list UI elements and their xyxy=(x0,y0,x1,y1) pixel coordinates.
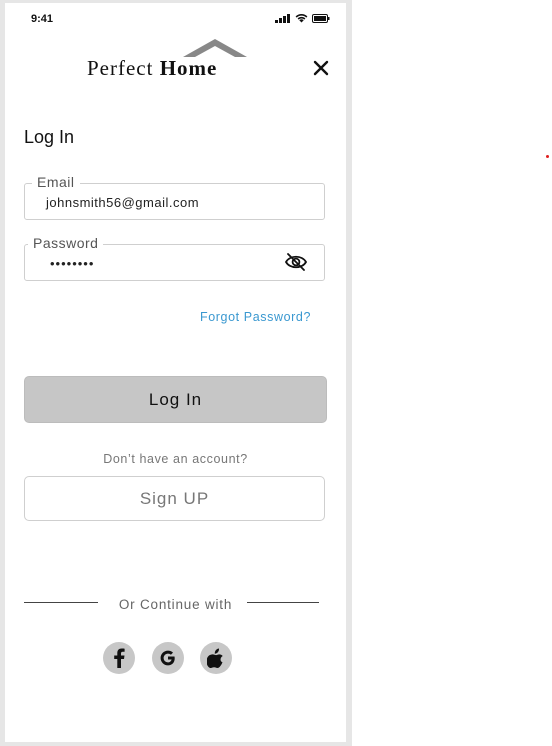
email-value[interactable]: johnsmith56@gmail.com xyxy=(46,195,199,210)
brand-logo: Perfect Home xyxy=(87,39,257,81)
wifi-icon xyxy=(295,14,308,23)
google-icon xyxy=(160,650,175,666)
or-continue-text: Or Continue with xyxy=(118,597,233,612)
email-label: Email xyxy=(32,174,80,190)
google-login-button[interactable] xyxy=(152,642,184,674)
email-field[interactable]: Email johnsmith56@gmail.com xyxy=(24,174,325,220)
login-button[interactable]: Log In xyxy=(24,376,327,423)
close-icon xyxy=(313,60,329,76)
password-field[interactable]: Password •••••••• xyxy=(24,235,325,281)
close-button[interactable] xyxy=(310,57,332,79)
brand-name: Perfect Home xyxy=(87,56,217,81)
password-label: Password xyxy=(28,235,104,251)
apple-login-button[interactable] xyxy=(200,642,232,674)
brand-word-perfect: Perfect xyxy=(87,56,154,80)
facebook-icon xyxy=(114,648,125,668)
apple-icon xyxy=(207,648,223,668)
status-icons xyxy=(275,13,330,23)
password-value[interactable]: •••••••• xyxy=(50,256,94,271)
no-account-text: Don’t have an account? xyxy=(103,452,248,466)
red-dot-marker xyxy=(546,155,549,158)
signup-button[interactable]: Sign UP xyxy=(24,476,325,521)
divider-right xyxy=(247,602,319,603)
status-time: 9:41 xyxy=(31,13,54,25)
forgot-password-link[interactable]: Forgot Password? xyxy=(200,310,311,324)
brand-word-home: Home xyxy=(159,56,218,80)
status-bar: 9:41 xyxy=(5,3,346,33)
phone-screen: 9:41 Perfect Home Log In Email johnsmith… xyxy=(5,3,346,742)
eye-off-icon[interactable] xyxy=(284,252,308,272)
signal-icon xyxy=(275,13,290,23)
facebook-login-button[interactable] xyxy=(103,642,135,674)
battery-icon xyxy=(312,13,330,23)
roof-icon xyxy=(183,39,247,57)
device-frame: 9:41 Perfect Home Log In Email johnsmith… xyxy=(0,0,352,746)
page-title: Log In xyxy=(24,127,75,147)
